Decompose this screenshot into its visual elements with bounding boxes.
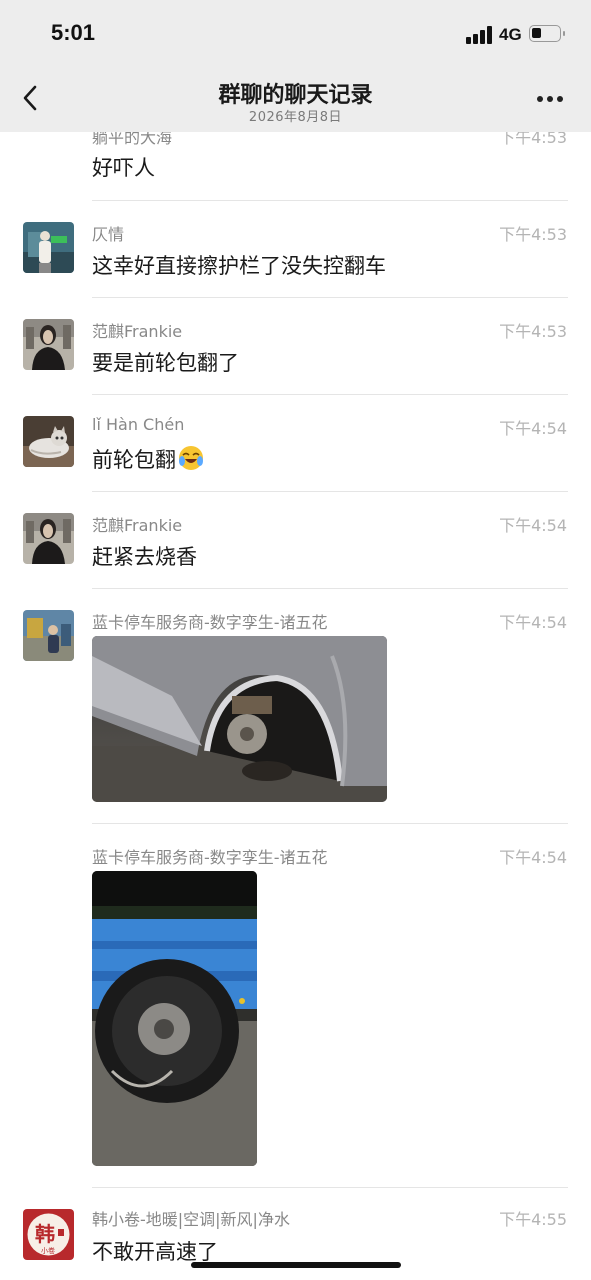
status-bar: 5:01 4G [0,0,591,68]
message-time: 下午4:54 [499,516,567,535]
network-type: 4G [499,25,522,44]
more-button[interactable] [537,96,565,104]
message-text[interactable]: 前轮包翻 [92,444,204,474]
page-subtitle: 2026年8月8日 [248,110,343,125]
sender-name: 仄情 [92,225,125,244]
message-time: 下午4:53 [499,322,567,341]
message-text-content: 前轮包翻 [92,448,176,472]
sender-name: 蓝卡停车服务商-数字孪生-诸五花 [92,613,328,632]
message-text[interactable]: 要是前轮包翻了 [92,347,239,377]
battery-icon [529,25,565,42]
list-item[interactable]: 蓝卡停车服务商-数字孪生-诸五花 下午4:54 [0,824,591,1188]
message-text[interactable]: 赶紧去烧香 [92,541,197,571]
list-item[interactable]: 范麒Frankie 下午4:54 赶紧去烧香 [0,492,591,589]
sender-name: 蓝卡停车服务商-数字孪生-诸五花 [92,848,328,867]
list-item[interactable]: 仄情 下午4:53 这幸好直接擦护栏了没失控翻车 [0,201,591,298]
avatar-logo-small: 小卷 [41,1246,55,1255]
nav-bar: 群聊的聊天记录 2026年8月8日 [0,68,591,132]
list-item[interactable]: 范麒Frankie 下午4:53 要是前轮包翻了 [0,298,591,395]
message-image[interactable] [92,636,387,802]
message-image[interactable] [92,871,257,1166]
avatar[interactable] [23,416,74,467]
message-time: 下午4:54 [499,419,567,438]
message-time: 下午4:55 [499,1210,567,1229]
status-time: 5:01 [51,20,96,45]
list-item[interactable]: lǐ Hàn Chén 下午4:54 前轮包翻 [0,395,591,492]
sender-name: 范麒Frankie [92,516,183,535]
avatar[interactable]: 韩 小卷 [23,1209,74,1260]
signal-icon [466,26,494,44]
sender-name: 范麒Frankie [92,322,183,341]
avatar[interactable] [23,513,74,564]
list-item[interactable]: 蓝卡停车服务商-数字孪生-诸五花 下午4:54 [0,589,591,824]
home-indicator[interactable] [191,1262,401,1268]
sender-name: lǐ Hàn Chén [92,415,185,434]
avatar[interactable] [23,610,74,661]
avatar[interactable] [23,319,74,370]
avatar-logo-text: 韩 [35,1222,55,1246]
message-time: 下午4:53 [499,225,567,244]
message-text[interactable]: 这幸好直接擦护栏了没失控翻车 [92,250,386,280]
page-title: 群聊的聊天记录 [218,83,373,108]
laughing-crying-emoji-icon [179,446,203,470]
avatar[interactable] [23,222,74,273]
message-text[interactable]: 好吓人 [92,152,155,182]
sender-name: 韩小卷-地暖|空调|新风|净水 [92,1210,290,1229]
message-time: 下午4:54 [499,848,567,867]
message-time: 下午4:54 [499,613,567,632]
